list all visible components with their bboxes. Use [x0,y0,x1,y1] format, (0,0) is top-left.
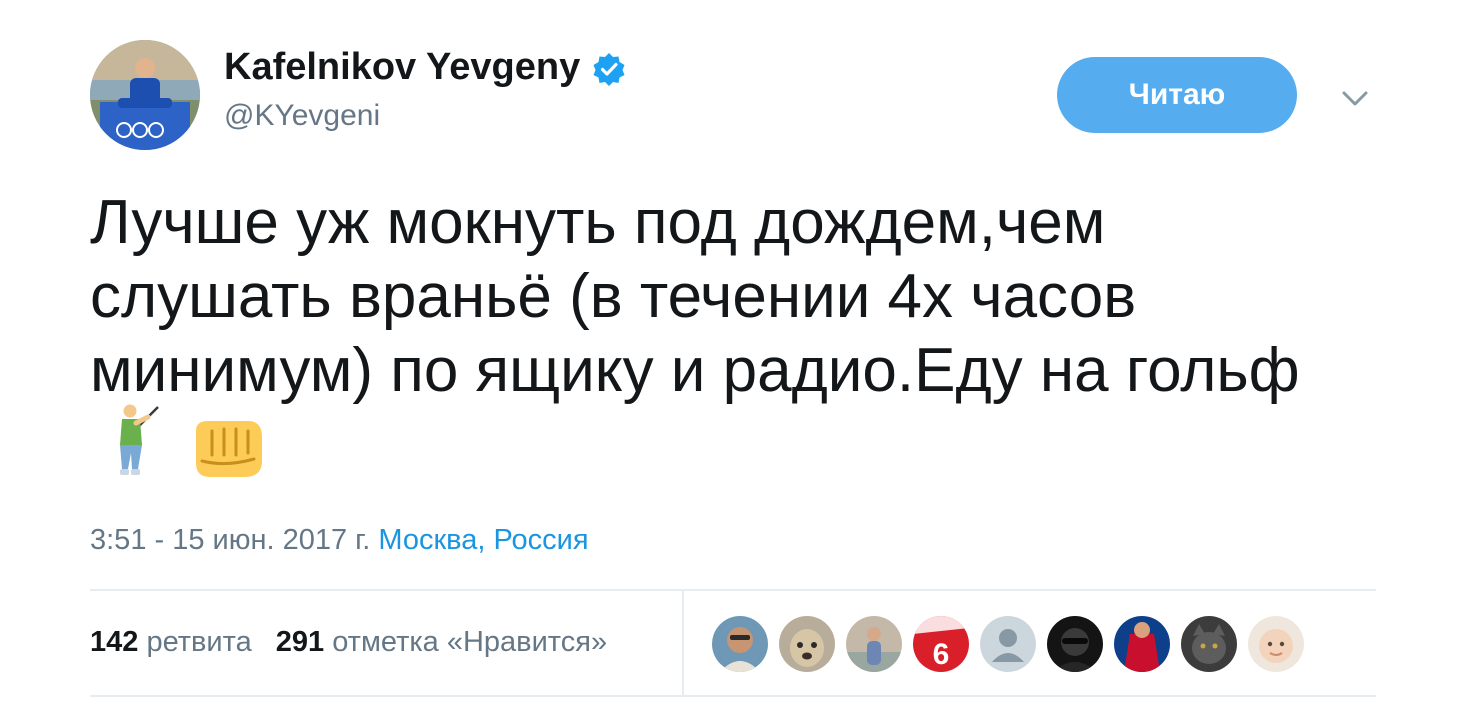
tweet-text-line: Лучше уж мокнуть под дождем,чем [90,188,1106,257]
liker-avatar[interactable] [1114,616,1170,672]
author-avatar-image [90,40,200,150]
divider [90,589,1376,591]
liker-avatar[interactable]: 6 [913,616,969,672]
verified-badge-icon [592,51,626,86]
author-name-text: Kafelnikov Yevgeny [224,46,581,88]
liker-avatar-default[interactable] [980,616,1036,672]
retweets-count: 142 [90,626,139,658]
retweets-label: ретвита [146,626,252,658]
liker-avatar[interactable] [712,616,768,672]
golfer-emoji [108,401,166,486]
liker-jersey-number: 6 [933,638,950,671]
tweet-timestamp[interactable]: 3:51 - 15 июн. 2017 г. [90,524,370,556]
liker-avatar[interactable] [1047,616,1103,672]
tweet-meta: 3:51 - 15 июн. 2017 г. Москва, Россия [90,520,589,560]
divider [90,695,1376,697]
following-button[interactable]: Читаю [1057,57,1297,133]
emoji-row [108,402,266,486]
tweet-text: Лучше уж мокнуть под дождем,чем слушать … [90,186,1380,408]
liker-avatars: 6 [712,616,1304,672]
tweet-text-line: слушать враньё (в течении 4х часов [90,262,1137,331]
tweet-text-line: минимум) по ящику и радио.Еду на гольф [90,336,1300,405]
liker-avatar[interactable] [846,616,902,672]
author-handle[interactable]: @KYevgeni [224,96,380,136]
liker-avatar[interactable] [779,616,835,672]
likes-label: отметка «Нравится» [332,626,608,658]
liker-avatar[interactable] [1248,616,1304,672]
tweet-location[interactable]: Москва, Россия [378,524,588,556]
divider [682,591,684,695]
chevron-down-icon[interactable] [1337,80,1373,116]
fist-emoji [188,417,266,486]
author-avatar[interactable] [90,40,200,150]
likes-count: 291 [275,626,325,658]
liker-avatar[interactable] [1181,616,1237,672]
author-name[interactable]: Kafelnikov Yevgeny [224,44,626,90]
likes-stat[interactable]: 291 отметка «Нравится» [276,622,607,662]
tweet-stats: 142 ретвита 291 отметка «Нравится» [90,622,607,662]
retweets-stat[interactable]: 142 ретвита [90,622,252,662]
